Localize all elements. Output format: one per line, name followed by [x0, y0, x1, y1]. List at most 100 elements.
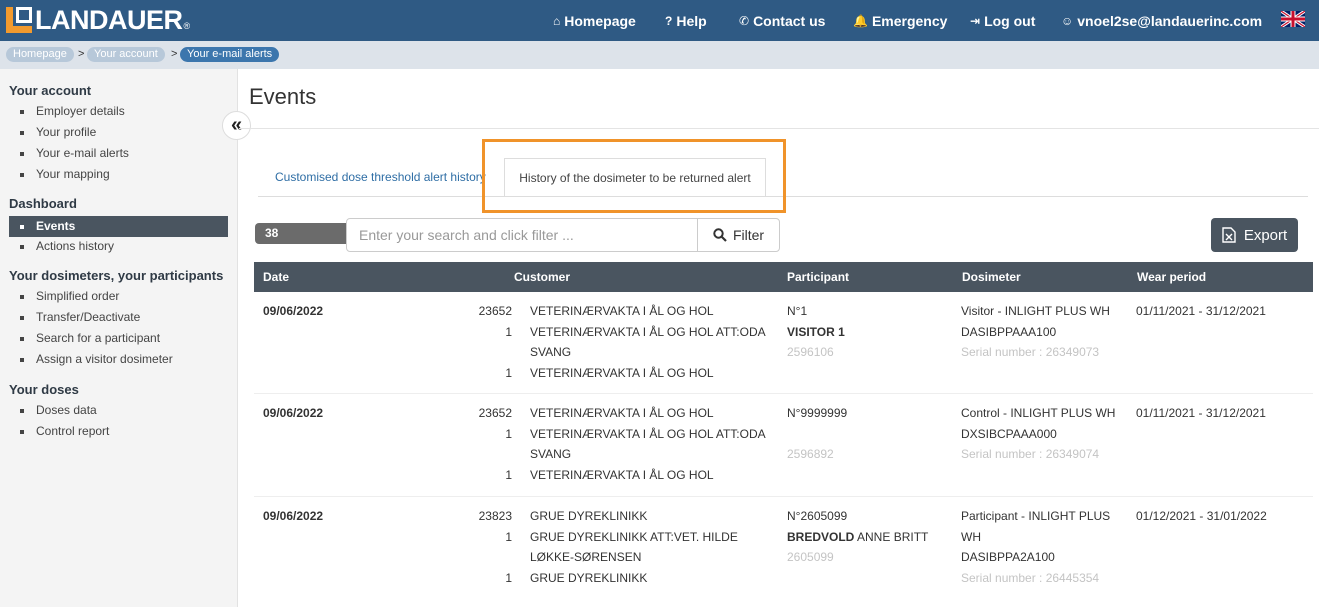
- phone-icon: ✆: [739, 13, 750, 28]
- sidebar-section-your-account: Your account: [9, 83, 92, 98]
- filter-button[interactable]: Filter: [697, 218, 780, 252]
- uk-flag-icon[interactable]: [1281, 11, 1305, 27]
- table-row[interactable]: 09/06/2022 23652 1 1 VETERINÆRVAKTA I ÅL…: [254, 292, 1313, 394]
- search-input[interactable]: [346, 218, 698, 252]
- nav-help[interactable]: ? Help: [665, 0, 707, 41]
- dosimeter-code: DASIBPPA2A100: [961, 550, 1055, 564]
- logo-text: LANDAUER: [35, 4, 183, 35]
- customer-name: VETERINÆRVAKTA I ÅL OG HOL: [530, 467, 714, 482]
- row-date: 09/06/2022: [263, 509, 324, 523]
- participant-name: VISITOR 1: [787, 324, 845, 339]
- title-divider: [239, 128, 1319, 129]
- logo-registered: ®: [183, 21, 191, 31]
- nav-user-account[interactable]: ☺ vnoel2se@landauerinc.com: [1061, 0, 1262, 41]
- row-date: 09/06/2022: [263, 406, 324, 420]
- sidebar-item-search-participant[interactable]: Search for a participant: [9, 328, 228, 349]
- export-label: Export: [1243, 226, 1288, 244]
- column-date[interactable]: Date: [263, 270, 289, 284]
- breadcrumb-separator: >: [171, 48, 178, 60]
- bell-icon: 🔔: [853, 13, 868, 28]
- customer-name: LØKKE-SØRENSEN: [530, 550, 642, 564]
- nav-contact[interactable]: ✆ Contact us: [739, 0, 825, 41]
- customer-name: GRUE DYREKLINIKK: [530, 509, 648, 523]
- dosimeter-serial: Serial number : 26445354: [961, 570, 1100, 585]
- wear-period: 01/12/2021 - 31/01/2022: [1136, 509, 1267, 523]
- dosimeter-type: Control - INLIGHT PLUS WH: [961, 406, 1116, 420]
- participant-id: 2596892: [787, 447, 834, 461]
- help-icon: ?: [665, 13, 673, 28]
- sidebar-item-your-mapping[interactable]: Your mapping: [9, 164, 228, 185]
- participant-number: N°2605099: [787, 509, 848, 523]
- nav-logout[interactable]: ⇥ Log out: [970, 0, 1035, 41]
- sidebar-item-simplified-order[interactable]: Simplified order: [9, 286, 228, 307]
- sidebar-item-control-report[interactable]: Control report: [9, 421, 228, 442]
- customer-number: 23652: [478, 304, 512, 318]
- customer-number: 1: [505, 529, 512, 544]
- participant-firstname: ANNE BRITT: [854, 529, 929, 544]
- sidebar-section-your-doses: Your doses: [9, 382, 79, 397]
- participant-name: BREDVOLD ANNE BRITT: [787, 527, 928, 548]
- table-row[interactable]: 09/06/2022 23823 1 1 GRUE DYREKLINIKK GR…: [254, 498, 1313, 607]
- sidebar-item-events[interactable]: Events: [9, 216, 228, 237]
- customer-number: 1: [505, 426, 512, 441]
- sidebar-collapse-button[interactable]: «: [222, 111, 251, 140]
- breadcrumb-separator: >: [78, 48, 85, 60]
- sidebar-section-dosimeters: Your dosimeters, your participants: [9, 268, 224, 283]
- nav-emergency-label: Emergency: [871, 12, 948, 29]
- breadcrumb-your-account[interactable]: Your account: [87, 47, 165, 62]
- top-header: LANDAUER ® ⌂ Homepage ? Help ✆ Contact u…: [0, 0, 1319, 41]
- nav-emergency[interactable]: 🔔 Emergency: [853, 0, 947, 41]
- customer-number: 23652: [478, 406, 512, 420]
- landauer-logo[interactable]: LANDAUER ®: [6, 5, 190, 35]
- sidebar-item-email-alerts[interactable]: Your e-mail alerts: [9, 143, 228, 164]
- dosimeter-code: DASIBPPAAA100: [961, 324, 1057, 339]
- table-row[interactable]: 09/06/2022 23652 1 1 VETERINÆRVAKTA I ÅL…: [254, 395, 1313, 497]
- table-header: Date Customer Participant Dosimeter Wear…: [254, 262, 1313, 292]
- customer-name: SVANG: [530, 345, 572, 359]
- nav-logout-label: Log out: [984, 12, 1036, 29]
- dosimeter-type: Visitor - INLIGHT PLUS WH: [961, 304, 1110, 318]
- nav-homepage-label: Homepage: [564, 12, 636, 29]
- export-button[interactable]: Export: [1211, 218, 1298, 252]
- participant-number: N°9999999: [787, 406, 848, 420]
- customer-name: GRUE DYREKLINIKK: [530, 570, 648, 585]
- highlight-box: [482, 139, 786, 213]
- customer-number: 1: [505, 324, 512, 339]
- double-chevron-left-icon: «: [230, 114, 243, 136]
- column-participant[interactable]: Participant: [787, 270, 849, 284]
- sidebar-item-assign-visitor-dosimeter[interactable]: Assign a visitor dosimeter: [9, 349, 228, 370]
- page-title: Events: [249, 84, 317, 109]
- column-wear-period[interactable]: Wear period: [1137, 270, 1206, 284]
- dosimeter-serial: Serial number : 26349073: [961, 345, 1100, 359]
- row-date: 09/06/2022: [263, 304, 324, 318]
- column-customer[interactable]: Customer: [514, 270, 570, 284]
- wear-period: 01/11/2021 - 31/12/2021: [1136, 406, 1266, 420]
- customer-number: 23823: [478, 509, 512, 523]
- sidebar-item-employer-details[interactable]: Employer details: [9, 101, 228, 122]
- sidebar-item-transfer-deactivate[interactable]: Transfer/Deactivate: [9, 307, 228, 328]
- logout-icon: ⇥: [970, 13, 981, 28]
- customer-name: GRUE DYREKLINIKK ATT:VET. HILDE: [530, 529, 738, 544]
- participant-id: 2605099: [787, 550, 834, 564]
- filter-label: Filter: [732, 227, 765, 243]
- customer-number: 1: [505, 467, 512, 482]
- tab-customised-dose-threshold[interactable]: Customised dose threshold alert history: [275, 170, 486, 184]
- nav-homepage[interactable]: ⌂ Homepage: [553, 0, 636, 41]
- wear-period: 01/11/2021 - 31/12/2021: [1136, 304, 1266, 318]
- sidebar-item-actions-history[interactable]: Actions history: [9, 236, 228, 257]
- participant-surname: BREDVOLD: [787, 529, 855, 544]
- sidebar-section-dashboard: Dashboard: [9, 196, 77, 211]
- home-icon: ⌂: [553, 13, 561, 28]
- customer-name: VETERINÆRVAKTA I ÅL OG HOL: [530, 304, 714, 318]
- sidebar-item-your-profile[interactable]: Your profile: [9, 122, 228, 143]
- customer-name: VETERINÆRVAKTA I ÅL OG HOL: [530, 365, 714, 380]
- customer-name: VETERINÆRVAKTA I ÅL OG HOL ATT:ODA: [530, 426, 766, 441]
- column-dosimeter[interactable]: Dosimeter: [962, 270, 1021, 284]
- customer-number: 1: [505, 570, 512, 585]
- dosimeter-serial: Serial number : 26349074: [961, 447, 1100, 461]
- customer-number: 1: [505, 365, 512, 380]
- sidebar-item-doses-data[interactable]: Doses data: [9, 400, 228, 421]
- breadcrumb-homepage[interactable]: Homepage: [6, 47, 74, 62]
- breadcrumb-email-alerts[interactable]: Your e-mail alerts: [180, 47, 280, 62]
- participant-number: N°1: [787, 304, 808, 318]
